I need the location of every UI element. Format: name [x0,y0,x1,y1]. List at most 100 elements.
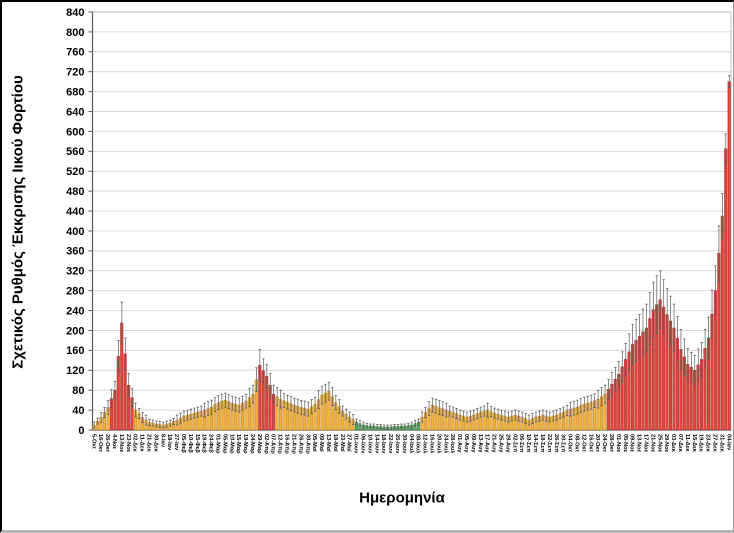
x-tick-label: 05-Νοε [622,434,628,453]
x-tick-label: 06-Σεπ [518,434,524,453]
x-tick-label: 21-Δεκ [145,434,151,453]
x-tick-label: 05-Αυγ [463,434,469,453]
x-tick-label: 27-Ιαν [173,434,179,450]
x-tick-label: 23-Νοε [125,434,131,453]
y-tick-label: 320 [66,266,84,278]
y-axis-title: Σχετικός Ρυθμός Έκκρισης Ιικού Φορτίου [10,75,27,368]
x-tick-label: 30-Σεπ [560,434,566,453]
x-tick-label: 25-Αυγ [498,434,504,453]
bars [93,82,731,430]
y-tick-label: 0 [78,425,84,437]
x-tick-label: 20-Ιουλ [435,434,441,454]
y-tick-label: 160 [66,345,84,357]
x-tick-label: 13-Νοε [636,434,642,453]
x-tick-label: 09-Μαϊ [318,434,324,452]
x-tick-label: 19-Δεκ [698,434,704,453]
x-tick-label: 19-Φεβ [201,434,207,453]
x-tick-label: 16-Απρ [284,434,290,454]
x-tick-label: 18-Μαϊ [332,434,338,452]
x-axis-labels: 5-Οκτ16-Οκτ26-Οκτ4-Νοε13-Νοε23-Νοε02-Δεκ… [90,434,731,454]
x-tick-label: 07-Απρ [270,434,276,454]
x-tick-label: 21-Απρ [290,434,296,454]
y-tick-label: 680 [66,86,84,98]
x-tick-label: 02-Δεκ [132,434,138,453]
x-tick-label: 22-Σεπ [546,434,552,453]
x-tick-label: 15-Φεβ [194,434,200,453]
x-tick-label: 17-Νοε [642,434,648,453]
x-tick-label: 31-Δεκ [718,434,724,453]
y-tick-label: 800 [66,27,84,39]
y-tick-label: 120 [66,365,84,377]
x-tick-label: 16-Οκτ [587,434,593,453]
x-tick-label: 08-Ιουλ [415,434,421,454]
x-tick-label: 13-Μαϊ [325,434,331,452]
x-tick-label: 11-Δεκ [139,434,145,452]
x-tick-label: 18-Σεπ [539,434,545,453]
y-tick-label: 80 [72,385,84,397]
x-tick-label: 25-Νοε [656,434,662,453]
x-tick-label: 02-Σεπ [511,434,517,453]
x-tick-label: 10-Φεβ [187,434,193,453]
x-tick-label: 10-Σεπ [525,434,531,453]
bar-chart: 0408012016020024028032036040044048052056… [2,2,734,533]
x-tick-label: 27-Μαϊ [346,434,352,452]
x-tick-label: 26-Οκτ [104,434,110,453]
x-tick-label: 18-Ιουν [380,434,386,453]
y-tick-label: 400 [66,226,84,238]
y-tick-label: 720 [66,67,84,79]
x-tick-label: 01-Νοε [615,434,621,453]
x-tick-label: 20-Οκτ [594,434,600,453]
chart-figure: 0408012016020024028032036040044048052056… [0,0,734,533]
x-tick-label: 21-Αυγ [491,434,497,453]
x-tick-label: 07-Δεκ [677,434,683,453]
y-tick-label: 840 [66,7,84,19]
x-tick-label: 26-Απρ [297,434,303,454]
bar [724,149,727,430]
x-tick-label: 24-Μαρ [249,434,255,454]
x-tick-label: 24-Φεβ [208,434,214,453]
x-tick-label: 17-Αυγ [484,434,490,453]
x-tick-label: 08-Οκτ [573,434,579,453]
x-tick-label: 27-Δεκ [712,434,718,453]
x-tick-label: 5-Οκτ [90,434,96,449]
x-tick-label: 13-Αυγ [477,434,483,453]
x-tick-label: 30-Απρ [304,434,310,454]
x-tick-label: 14-Ιουν [373,434,379,453]
x-tick-label: 16-Ιουλ [428,434,434,454]
y-tick-label: 480 [66,186,84,198]
x-tick-label: 12-Απρ [277,434,283,454]
x-tick-label: 4-Νοε [111,434,117,449]
x-tick-label: 19-Μαρ [242,434,248,454]
x-tick-label: 04-Οκτ [567,434,573,453]
x-tick-label: 29-Μαρ [256,434,262,454]
x-tick-label: 15-Δεκ [691,434,697,453]
x-tick-label: 29-Νοε [663,434,669,453]
x-tick-label: 8-Ιαν [159,434,165,447]
x-tick-label: 01-Ιουν [353,434,359,453]
x-tick-label: 12-Ιουλ [422,434,428,454]
x-tick-label: 04-Ιαν [725,434,731,450]
x-tick-label: 23-Μαϊ [339,434,345,452]
y-tick-label: 640 [66,106,84,118]
x-tick-label: 01-Αυγ [456,434,462,453]
y-tick-label: 760 [66,47,84,59]
y-tick-label: 520 [66,166,84,178]
x-tick-label: 14-Σεπ [532,434,538,453]
x-tick-label: 29-Αυγ [504,434,510,453]
x-tick-label: 22-Ιουν [387,434,393,453]
y-tick-label: 200 [66,325,84,337]
x-tick-label: 10-Μαρ [228,434,234,454]
y-tick-label: 360 [66,246,84,258]
x-tick-label: 30-Ιουν [401,434,407,453]
x-tick-label: 28-Ιουλ [449,434,455,454]
bar [728,82,731,430]
y-tick-label: 40 [72,405,84,417]
x-tick-label: 16-Οκτ [97,434,103,453]
x-tick-label: 09-Νοε [629,434,635,453]
y-tick-label: 440 [66,206,84,218]
y-tick-label: 280 [66,286,84,298]
x-tick-label: 24-Ιουλ [442,434,448,454]
x-tick-label: 26-Σεπ [553,434,559,453]
x-tick-label: 05-Μαρ [221,434,227,454]
x-tick-label: 05-Μαϊ [311,434,317,452]
